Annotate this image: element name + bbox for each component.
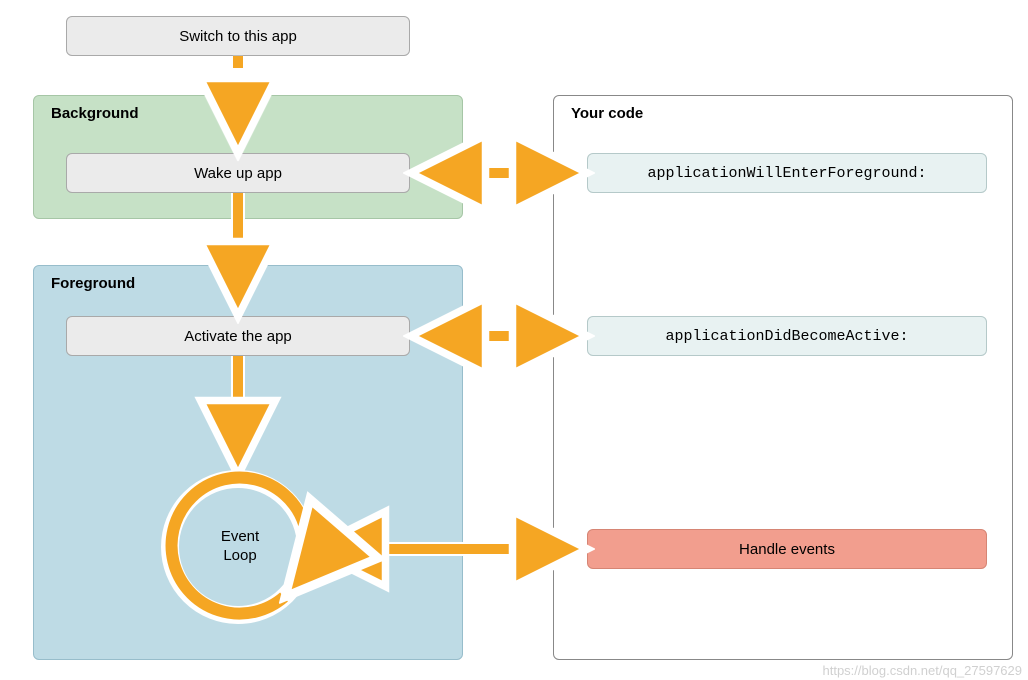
your-code-title: Your code: [571, 105, 643, 122]
foreground-title: Foreground: [51, 275, 135, 292]
switch-app-node: Switch to this app: [66, 16, 410, 56]
diagram-canvas: Background Foreground Your code Switch t…: [0, 0, 1028, 680]
will-enter-foreground-node: applicationWillEnterForeground:: [587, 153, 987, 193]
handle-events-node: Handle events: [587, 529, 987, 569]
event-loop-label: EventLoop: [200, 528, 280, 566]
did-become-active-node: applicationDidBecomeActive:: [587, 316, 987, 356]
background-title: Background: [51, 105, 139, 122]
watermark: https://blog.csdn.net/qq_27597629: [823, 663, 1023, 678]
activate-app-node: Activate the app: [66, 316, 410, 356]
wake-app-node: Wake up app: [66, 153, 410, 193]
